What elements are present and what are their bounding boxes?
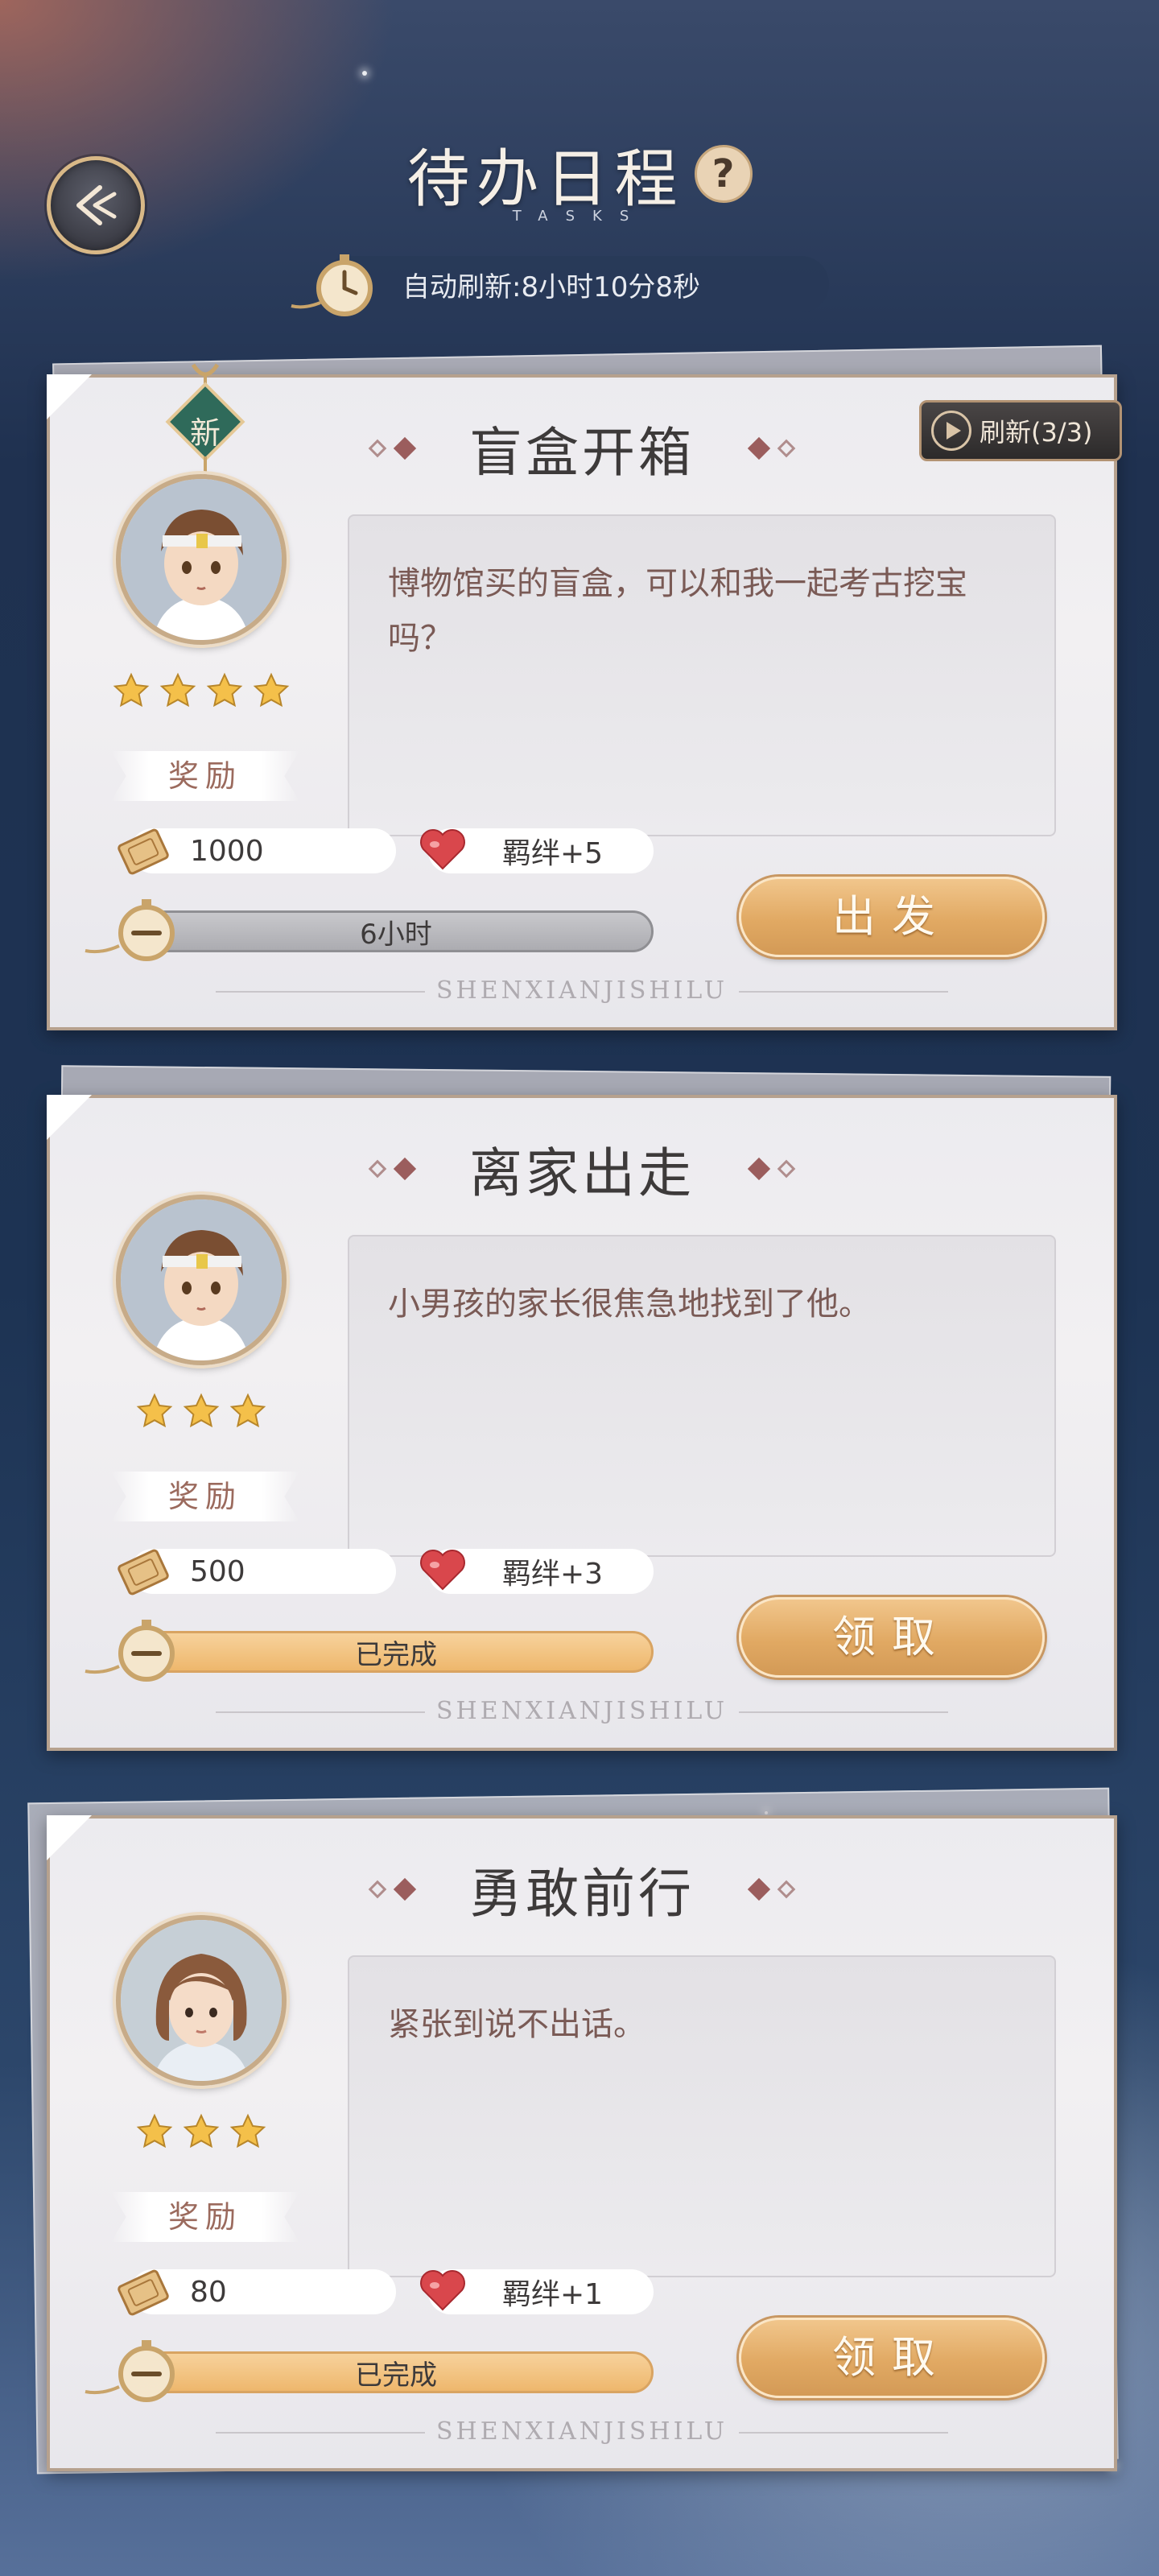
- character-avatar: [116, 1195, 287, 1365]
- stopwatch-icon: [85, 899, 175, 961]
- page-title: 待办日程: [406, 143, 684, 216]
- star-icon: [206, 672, 243, 708]
- stopwatch-icon: [85, 1620, 175, 1682]
- claim-button[interactable]: 领取: [739, 1597, 1045, 1678]
- character-avatar: [116, 474, 287, 645]
- task-description: 紧张到说不出话。: [388, 2006, 645, 2043]
- diamond-ornament-right: [747, 1877, 796, 1901]
- task-description-box: 小男孩的家长很焦急地找到了他。: [348, 1235, 1056, 1557]
- task-title: 盲盒开箱: [469, 422, 695, 484]
- gold-amount: 500: [190, 1554, 245, 1588]
- heart-icon: [420, 2270, 465, 2311]
- task-progress-bar: 已完成: [138, 2351, 654, 2393]
- claim-button[interactable]: 领取: [739, 2318, 1045, 2398]
- bond-reward: 羁绊+5: [420, 828, 654, 873]
- task-status-text: 已完成: [355, 1638, 437, 1671]
- gold-reward: 500: [118, 1549, 396, 1596]
- task-description: 小男孩的家长很焦急地找到了他。: [388, 1286, 871, 1323]
- reward-label: 奖励: [111, 1472, 299, 1521]
- heart-icon: [420, 829, 465, 870]
- diamond-ornament-left: [368, 1157, 417, 1181]
- star-icon: [136, 1393, 173, 1428]
- star-icon: [113, 672, 150, 708]
- bond-reward: 羁绊+1: [420, 2269, 654, 2314]
- reward-label: 奖励: [111, 2192, 299, 2242]
- rarity-stars: [50, 671, 353, 710]
- heart-icon: [420, 1550, 465, 1591]
- star-icon: [253, 672, 290, 708]
- task-description-box: 博物馆买的盲盒，可以和我一起考古挖宝吗？: [348, 514, 1056, 836]
- gold-reward: 80: [118, 2269, 396, 2316]
- page-header: 待办日程 ?: [0, 129, 1159, 219]
- diamond-ornament-right: [747, 436, 796, 460]
- auto-refresh-countdown: 自动刷新:8小时10分8秒: [402, 270, 700, 303]
- star-icon: [229, 1393, 266, 1428]
- diamond-ornament-left: [368, 1877, 417, 1901]
- bond-amount: 羁绊+5: [502, 837, 604, 870]
- ticket-coin-icon: [118, 2269, 169, 2316]
- watermark: SHENXIANJISHILU: [50, 2417, 1114, 2446]
- auto-refresh-bar: 自动刷新:8小时10分8秒: [322, 256, 829, 312]
- watermark: SHENXIANJISHILU: [50, 976, 1114, 1005]
- task-status-text: 6小时: [360, 918, 432, 951]
- task-title: 勇敢前行: [469, 1863, 695, 1925]
- diamond-ornament-right: [747, 1157, 796, 1181]
- watermark: SHENXIANJISHILU: [50, 1697, 1114, 1725]
- rarity-stars: [50, 2112, 353, 2151]
- task-status-text: 已完成: [355, 2359, 437, 2392]
- bond-amount: 羁绊+1: [502, 2278, 604, 2311]
- star-icon: [136, 2113, 173, 2149]
- task-progress-bar: 已完成: [138, 1631, 654, 1673]
- help-button[interactable]: ?: [694, 145, 753, 203]
- star-icon: [159, 672, 196, 708]
- character-avatar: [116, 1915, 287, 2086]
- stopwatch-icon: [85, 2340, 175, 2402]
- rarity-stars: [50, 1392, 353, 1430]
- bond-reward: 羁绊+3: [420, 1549, 654, 1594]
- task-card: 新 刷新(3/3) 盲盒开箱 博物馆买的盲盒，可以和我一起考古挖宝吗？ 奖励 1…: [47, 363, 1122, 1030]
- task-description: 博物馆买的盲盒，可以和我一起考古挖宝吗？: [388, 565, 967, 657]
- ticket-coin-icon: [118, 1549, 169, 1596]
- gold-amount: 80: [190, 2275, 227, 2309]
- depart-button[interactable]: 出发: [739, 877, 1045, 957]
- gold-amount: 1000: [190, 834, 264, 868]
- task-description-box: 紧张到说不出话。: [348, 1955, 1056, 2277]
- diamond-ornament-left: [368, 436, 417, 460]
- stopwatch-icon: [291, 254, 373, 316]
- star-icon: [229, 2113, 266, 2149]
- task-card: 勇敢前行 紧张到说不出话。 奖励 80 羁绊+1 已完成 领取 SHENXIAN…: [47, 1815, 1117, 2471]
- page-subtitle: TASKS: [512, 208, 647, 225]
- bond-amount: 羁绊+3: [502, 1558, 604, 1591]
- task-title: 离家出走: [469, 1142, 695, 1204]
- gold-reward: 1000: [118, 828, 396, 875]
- star-icon: [183, 1393, 220, 1428]
- task-progress-bar: 6小时: [138, 910, 654, 952]
- sparkle-decoration: [362, 71, 367, 76]
- task-card: 离家出走 小男孩的家长很焦急地找到了他。 奖励 500 羁绊+3 已完成 领取 …: [47, 1095, 1117, 1751]
- reward-label: 奖励: [111, 751, 299, 801]
- star-icon: [183, 2113, 220, 2149]
- ticket-coin-icon: [118, 828, 169, 875]
